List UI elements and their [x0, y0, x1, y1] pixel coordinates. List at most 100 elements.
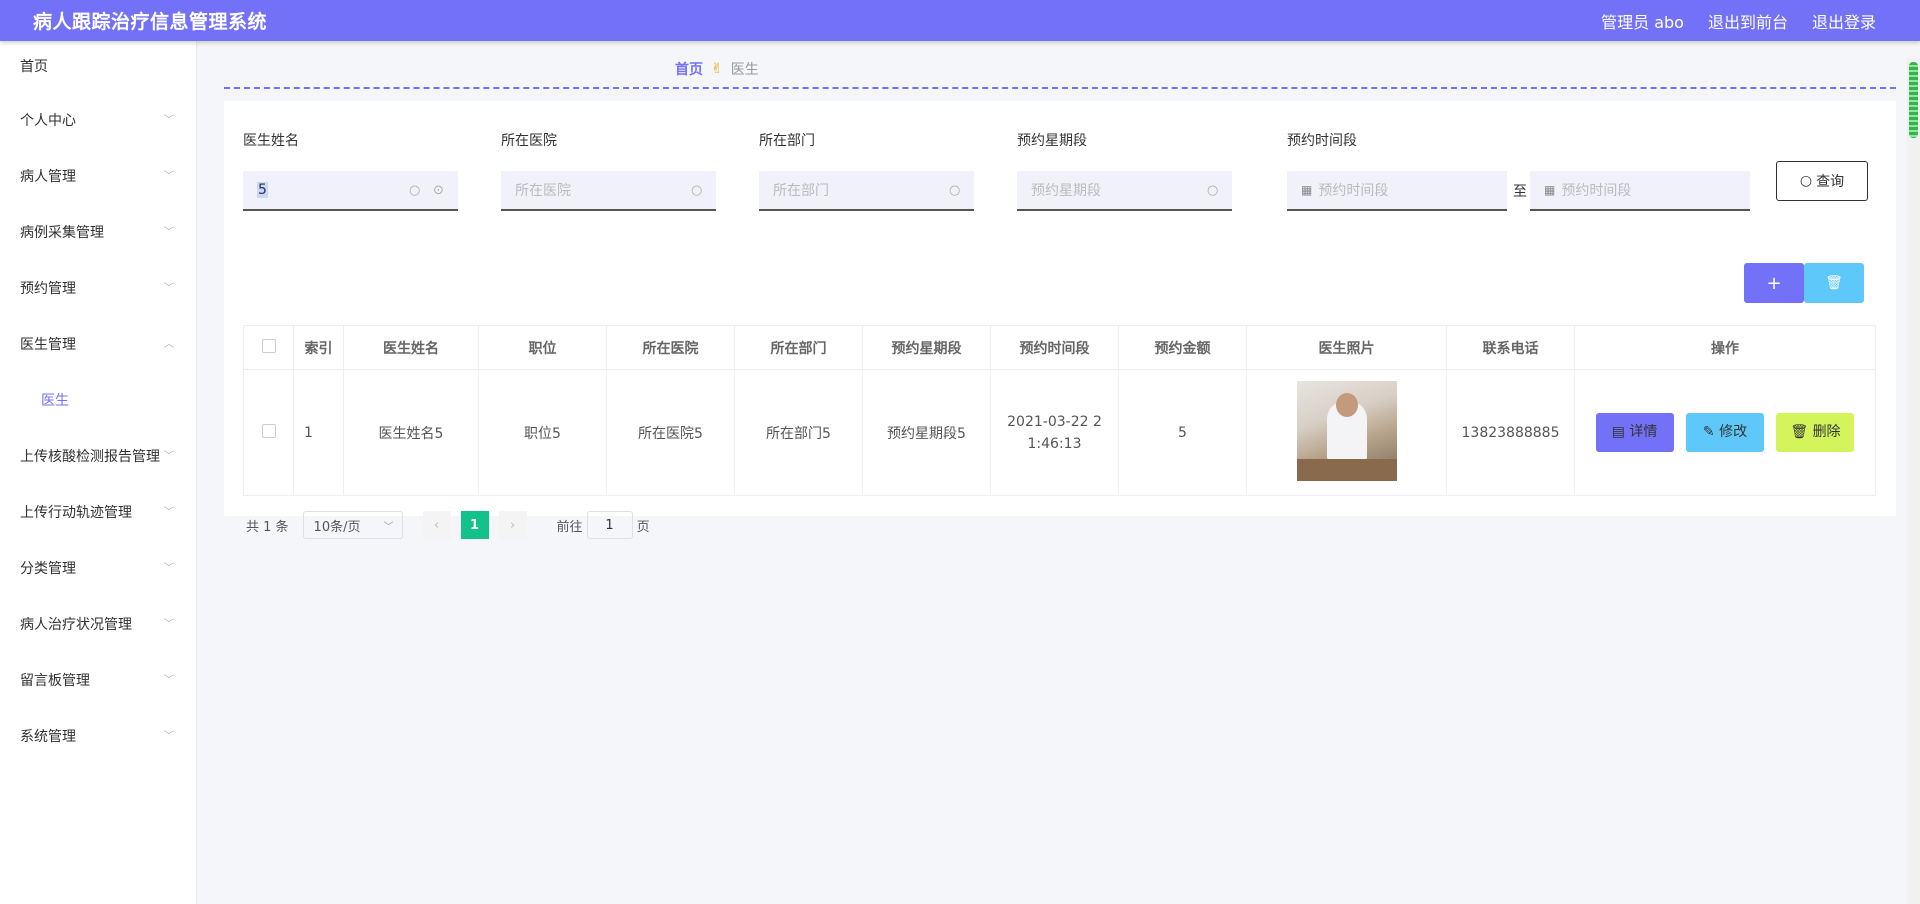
logout-link[interactable]: 退出登录 [1812, 9, 1876, 33]
col-hospital: 所在医院 [606, 325, 735, 370]
search-icon: ○ [949, 182, 961, 198]
input-placeholder: 所在医院 [515, 183, 571, 199]
search-icon: ○ [1799, 173, 1813, 189]
breadcrumb-current: 医生 [730, 62, 759, 78]
sidebar-item-doctor[interactable]: 医生 [0, 373, 196, 429]
sidebar-item-system[interactable]: 系统管理 ﹀ [0, 709, 196, 765]
input-placeholder: 预约时间段 [1318, 183, 1389, 199]
scrollbar-thumb[interactable] [1909, 62, 1918, 138]
weekday-input[interactable]: 预约星期段 ○ [1017, 171, 1232, 211]
time-start-input[interactable]: ▦ 预约时间段 [1287, 171, 1507, 211]
chevron-down-icon: ﹀ [164, 563, 174, 574]
chevron-down-icon: ﹀ [164, 675, 174, 686]
field-department: 所在部门 所在部门 ○ [759, 131, 974, 211]
edit-button[interactable]: ✎ 修改 [1686, 413, 1764, 452]
col-doctor-name: 医生姓名 [343, 325, 479, 370]
col-photo: 医生照片 [1246, 325, 1447, 370]
department-input[interactable]: 所在部门 ○ [759, 171, 974, 211]
top-bar: 病人跟踪治疗信息管理系统 管理员 abo 退出到前台 退出登录 [0, 0, 1920, 41]
field-time-range: 预约时间段 ▦ 预约时间段 至 ▦ 预约时间段 [1287, 131, 1750, 211]
detail-button[interactable]: ▤ 详情 [1595, 413, 1674, 452]
scrollbar-track[interactable] [1907, 58, 1920, 904]
breadcrumb: 首页 ✌ 医生 [675, 59, 759, 79]
chevron-down-icon: ﹀ [164, 731, 174, 742]
input-placeholder: 预约星期段 [1031, 183, 1101, 199]
table-row: 1 医生姓名5 职位5 所在医院5 所在部门5 预约星期段5 2021-03-2… [243, 369, 1876, 496]
goto-page-input[interactable]: 1 [586, 511, 633, 539]
sidebar-item-home[interactable]: 首页 [0, 41, 196, 93]
sidebar-item-doctor-mgmt[interactable]: 医生管理 ︿ [0, 317, 196, 373]
col-amount: 预约金额 [1118, 325, 1247, 370]
cell-phone: 13823888885 [1446, 369, 1575, 496]
chevron-down-icon: ﹀ [164, 283, 174, 294]
range-separator: 至 [1513, 184, 1527, 200]
sidebar-item-trajectory[interactable]: 上传行动轨迹管理 ﹀ [0, 485, 196, 541]
select-all-checkbox[interactable] [261, 338, 276, 353]
calendar-icon: ▦ [1544, 183, 1556, 197]
next-page-button[interactable]: › [498, 511, 527, 539]
sidebar-item-treatment-status[interactable]: 病人治疗状况管理 ﹀ [0, 597, 196, 653]
top-right-links: 管理员 abo 退出到前台 退出登录 [1601, 9, 1876, 33]
sidebar: 首页 个人中心 ﹀ 病人管理 ﹀ 病例采集管理 ﹀ 预约管理 ﹀ 医生管理 ︿ 医生 上传… [0, 41, 197, 904]
hospital-input[interactable]: 所在医院 ○ [501, 171, 716, 211]
calendar-icon: ▦ [1301, 183, 1313, 197]
cell-time: 2021-03-22 21:46:13 [990, 369, 1119, 496]
to-front-link[interactable]: 退出到前台 [1708, 9, 1788, 33]
main-content: 首页 ✌ 医生 医生姓名 5 ○ ⊙ 所在医院 所在医院 ○ 所在部门 所在部门 [197, 41, 1907, 904]
sidebar-item-category[interactable]: 分类管理 ﹀ [0, 541, 196, 597]
chevron-down-icon: ﹀ [383, 521, 394, 533]
query-button[interactable]: ○ 查询 [1776, 161, 1868, 201]
clear-icon[interactable]: ⊙ [433, 183, 444, 198]
sidebar-item-patients[interactable]: 病人管理 ﹀ [0, 149, 196, 205]
prev-page-button[interactable]: ‹ [422, 511, 451, 539]
document-icon: ▤ [1611, 424, 1630, 440]
add-button[interactable]: + [1744, 263, 1804, 303]
cell-weekday: 预约星期段5 [862, 369, 991, 496]
cell-doctor-name: 医生姓名5 [343, 369, 479, 496]
field-doctor-name: 医生姓名 5 ○ ⊙ [243, 131, 458, 211]
breadcrumb-home[interactable]: 首页 [675, 59, 703, 79]
col-weekday: 预约星期段 [862, 325, 991, 370]
chevron-down-icon: ﹀ [164, 619, 174, 630]
input-placeholder: 所在部门 [773, 183, 829, 199]
col-index: 索引 [293, 325, 344, 370]
page-number-1[interactable]: 1 [460, 511, 489, 539]
pencil-icon: ✎ [1702, 424, 1720, 440]
current-user: 管理员 abo [1601, 12, 1684, 32]
sidebar-item-appointments[interactable]: 预约管理 ﹀ [0, 261, 196, 317]
sidebar-item-message-board[interactable]: 留言板管理 ﹀ [0, 653, 196, 709]
select-all-cell [243, 325, 294, 370]
col-time: 预约时间段 [990, 325, 1119, 370]
field-label: 预约星期段 [1017, 133, 1087, 149]
time-end-input[interactable]: ▦ 预约时间段 [1530, 171, 1750, 211]
search-icon: ○ [1207, 182, 1219, 198]
col-phone: 联系电话 [1446, 325, 1575, 370]
input-value: 5 [257, 182, 268, 198]
pager-goto: 前往 1 页 [557, 511, 650, 539]
app-title: 病人跟踪治疗信息管理系统 [33, 11, 268, 33]
trash-icon: 🗑 [1825, 275, 1843, 291]
hand-icon: ✌ [711, 61, 723, 77]
delete-selected-button[interactable]: 🗑 [1804, 263, 1864, 303]
cell-position: 职位5 [478, 369, 607, 496]
sidebar-item-profile[interactable]: 个人中心 ﹀ [0, 93, 196, 149]
col-department: 所在部门 [734, 325, 863, 370]
row-select-cell [243, 369, 294, 496]
divider [224, 87, 1896, 89]
doctor-name-input[interactable]: 5 ○ ⊙ [243, 171, 458, 211]
input-placeholder: 预约时间段 [1561, 183, 1632, 199]
field-label: 预约时间段 [1287, 133, 1357, 149]
page-size-select[interactable]: 10条/页 ﹀ [302, 511, 403, 539]
sidebar-item-cases[interactable]: 病例采集管理 ﹀ [0, 205, 196, 261]
sidebar-item-nucleic-report[interactable]: 上传核酸检测报告管理 ﹀ [0, 429, 196, 485]
search-icon: ○ [409, 182, 421, 198]
chevron-down-icon: ﹀ [164, 171, 174, 182]
search-icon: ○ [691, 182, 703, 198]
chevron-up-icon: ︿ [164, 339, 174, 350]
cell-photo [1246, 369, 1447, 496]
doctor-photo [1296, 380, 1397, 481]
row-checkbox[interactable] [261, 423, 276, 438]
pager-total: 共 1 条 [246, 519, 289, 535]
content-panel: 医生姓名 5 ○ ⊙ 所在医院 所在医院 ○ 所在部门 所在部门 ○ 预约星期段… [224, 101, 1896, 539]
delete-button[interactable]: 🗑 删除 [1776, 413, 1855, 452]
